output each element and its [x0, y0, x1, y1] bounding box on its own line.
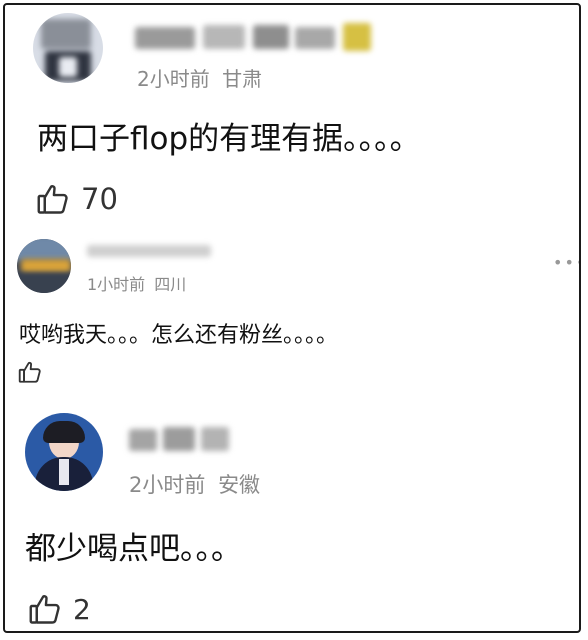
comment-item: 2小时前 甘肃 两口子flop的有理有据。。。。 70: [5, 5, 579, 235]
comment-item: 2小时前 安徽 都少喝点吧。。。 2: [5, 405, 579, 631]
comment-time: 1小时前: [87, 275, 146, 294]
like-button[interactable]: 2: [27, 591, 91, 627]
avatar[interactable]: [17, 239, 71, 293]
thumbs-up-icon: [27, 591, 63, 627]
comment-list: 2小时前 甘肃 两口子flop的有理有据。。。。 70 1小时前 四川 •• 哎…: [3, 3, 581, 633]
avatar[interactable]: [33, 13, 103, 83]
username-blurred[interactable]: [135, 19, 375, 53]
thumbs-up-icon: [17, 359, 43, 385]
like-count: 2: [73, 592, 91, 626]
comment-text: 两口子flop的有理有据。。。。: [37, 121, 421, 157]
comment-text: 都少喝点吧。。。: [25, 531, 242, 567]
comment-item: 1小时前 四川 ••• 哎哟我天。。。怎么还有粉丝。。。。: [5, 233, 579, 408]
comment-meta: 2小时前 甘肃: [137, 63, 262, 92]
comment-meta: 1小时前 四川: [87, 271, 186, 295]
comment-location: 安徽: [218, 473, 261, 497]
like-button[interactable]: 70: [35, 181, 118, 217]
comment-location: 甘肃: [222, 67, 263, 91]
comment-time: 2小时前: [137, 67, 210, 91]
comment-text: 哎哟我天。。。怎么还有粉丝。。。。: [19, 323, 339, 348]
avatar[interactable]: [25, 413, 103, 491]
like-button[interactable]: [17, 359, 49, 385]
like-count: 70: [81, 182, 118, 216]
more-options-icon[interactable]: •••: [553, 253, 579, 272]
comment-meta: 2小时前 安徽: [129, 469, 260, 499]
username-blurred[interactable]: [87, 241, 217, 263]
username-blurred[interactable]: [129, 423, 239, 453]
comment-time: 2小时前: [129, 473, 206, 497]
thumbs-up-icon: [35, 181, 71, 217]
comment-location: 四川: [154, 275, 187, 294]
